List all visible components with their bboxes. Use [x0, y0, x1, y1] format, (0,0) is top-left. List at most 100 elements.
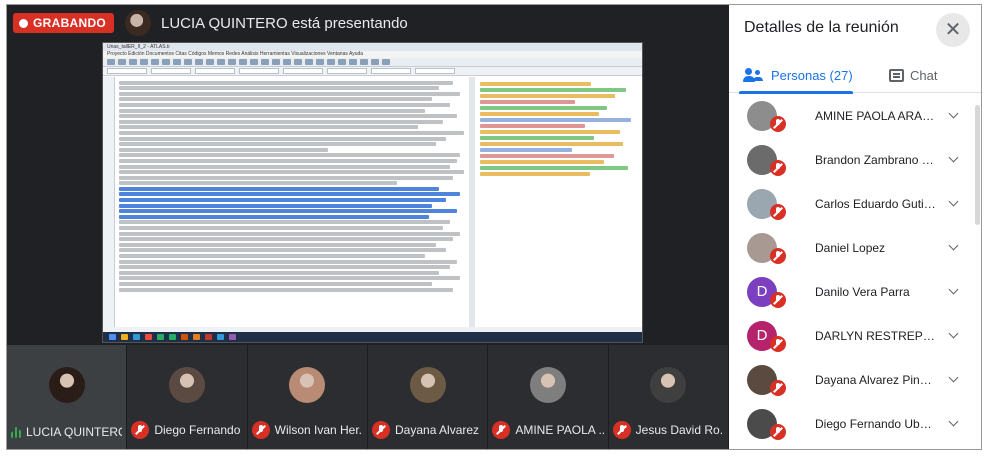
toolbar-button-icon — [360, 59, 368, 65]
participant-tile[interactable]: LUCIA QUINTERO — [7, 345, 128, 449]
toolbar-button-icon — [305, 59, 313, 65]
document-line — [119, 237, 454, 242]
toolbar-button-icon — [349, 59, 357, 65]
code-annotation — [480, 142, 624, 146]
chevron-down-icon[interactable] — [949, 417, 959, 427]
participant-tile-label: AMINE PAOLA ... — [492, 421, 604, 439]
taskbar-app-icon — [229, 334, 236, 340]
taskbar-app-icon — [157, 334, 164, 340]
taskbar-app-icon — [109, 334, 116, 340]
chevron-down-icon[interactable] — [949, 109, 959, 119]
participant-list-scrollbar[interactable] — [975, 105, 980, 225]
code-annotation — [480, 106, 608, 110]
meeting-details-panel: Detalles de la reunión ✕ Personas (27) C… — [729, 5, 981, 449]
close-icon: ✕ — [944, 19, 962, 41]
toolbar-button-icon — [118, 59, 126, 65]
meeting-window: GRABANDO LUCIA QUINTERO está presentando… — [6, 4, 982, 450]
chevron-down-icon[interactable] — [949, 197, 959, 207]
toolbar-button-icon — [184, 59, 192, 65]
document-line — [119, 214, 429, 219]
participant-row[interactable]: D Danilo Vera Parra — [729, 271, 974, 315]
document-line — [119, 142, 436, 147]
document-line — [119, 91, 461, 96]
people-icon — [743, 68, 765, 82]
toolbar-button-icon — [272, 59, 280, 65]
chevron-down-icon[interactable] — [949, 329, 959, 339]
document-line — [119, 136, 447, 141]
chat-icon — [889, 68, 904, 82]
participant-mic — [770, 248, 786, 264]
participant-row[interactable]: Dayana Alvarez Pineros — [729, 359, 974, 403]
close-panel-button[interactable]: ✕ — [936, 13, 970, 47]
toolbar-button-icon — [140, 59, 148, 65]
participant-mic — [770, 336, 786, 352]
document-line — [119, 254, 426, 258]
presenter-banner: LUCIA QUINTERO está presentando — [125, 10, 408, 36]
document-line — [119, 125, 419, 130]
document-line — [119, 276, 461, 281]
taskbar-app-icon — [133, 334, 140, 340]
participant-tile[interactable]: AMINE PAOLA ... — [488, 345, 609, 449]
code-annotation — [480, 118, 632, 122]
participant-tile[interactable]: Wilson Ivan Her... — [247, 345, 368, 449]
taskbar-app-icon — [145, 334, 152, 340]
panel-tabs: Personas (27) Chat — [729, 57, 981, 94]
tab-chat-label: Chat — [910, 67, 938, 83]
document-line — [119, 209, 457, 214]
toolbar-button-icon — [228, 59, 236, 65]
shared-toolbar — [103, 58, 642, 67]
code-annotation — [480, 148, 573, 152]
tab-people-label: Personas (27) — [771, 67, 853, 83]
participant-tile-name: Wilson Ivan Her... — [274, 423, 363, 437]
document-line — [119, 192, 461, 197]
participant-row[interactable]: AMINE PAOLA ARAME... — [729, 95, 974, 139]
document-line — [119, 281, 433, 286]
document-line — [119, 175, 454, 180]
participant-row[interactable]: Diego Fernando Ubaque... — [729, 403, 974, 447]
taskbar-app-icon — [205, 334, 212, 340]
record-dot-icon — [19, 18, 28, 28]
participant-mic — [770, 424, 786, 440]
shared-document-area — [103, 77, 642, 327]
mic-off-icon — [770, 380, 786, 396]
participant-tile[interactable]: Jesus David Ro... — [608, 345, 729, 449]
participant-row[interactable]: Carlos Eduardo Gutierre... — [729, 183, 974, 227]
participant-name: Carlos Eduardo Gutierre... — [815, 197, 937, 211]
tab-people[interactable]: Personas (27) — [739, 57, 853, 94]
chevron-down-icon[interactable] — [949, 373, 959, 383]
tab-chat[interactable]: Chat — [889, 57, 937, 93]
shared-taskbar — [103, 332, 642, 342]
toolbar-button-icon — [250, 59, 258, 65]
participant-tile[interactable]: Diego Fernando ... — [127, 345, 248, 449]
code-annotation — [480, 154, 614, 158]
document-line — [119, 97, 433, 102]
chevron-down-icon[interactable] — [949, 285, 959, 295]
toolbar-button-icon — [338, 59, 346, 65]
toolbar-field — [283, 68, 323, 74]
mic-off-icon — [770, 292, 786, 308]
code-annotation — [480, 100, 576, 104]
participant-tile-name: Jesus David Ro... — [635, 423, 724, 437]
chevron-down-icon[interactable] — [949, 241, 959, 251]
speaking-indicator-icon — [11, 426, 21, 438]
recording-label: GRABANDO — [33, 16, 107, 30]
shared-left-margin — [103, 77, 115, 327]
shared-scrollbar — [469, 77, 475, 327]
participant-tile-label: LUCIA QUINTERO — [11, 425, 122, 439]
mic-off-icon — [770, 204, 786, 220]
toolbar-field — [107, 68, 147, 74]
presenter-text: LUCIA QUINTERO está presentando — [161, 14, 408, 32]
code-annotation — [480, 124, 585, 128]
participant-row[interactable]: DDARLYN RESTREPO AR... — [729, 315, 974, 359]
chevron-down-icon[interactable] — [949, 153, 959, 163]
mic-off-icon — [770, 116, 786, 132]
participant-mic — [770, 380, 786, 396]
participant-tile[interactable]: Dayana Alvarez ... — [368, 345, 489, 449]
document-line — [119, 242, 436, 247]
toolbar-button-icon — [206, 59, 214, 65]
participant-tile-label: Wilson Ivan Her... — [251, 421, 363, 439]
participant-row[interactable]: Brandon Zambrano Gó... — [729, 139, 974, 183]
participant-row[interactable]: Daniel Lopez — [729, 227, 974, 271]
participant-tile-name: AMINE PAOLA ... — [515, 423, 604, 437]
code-annotation — [480, 172, 590, 176]
